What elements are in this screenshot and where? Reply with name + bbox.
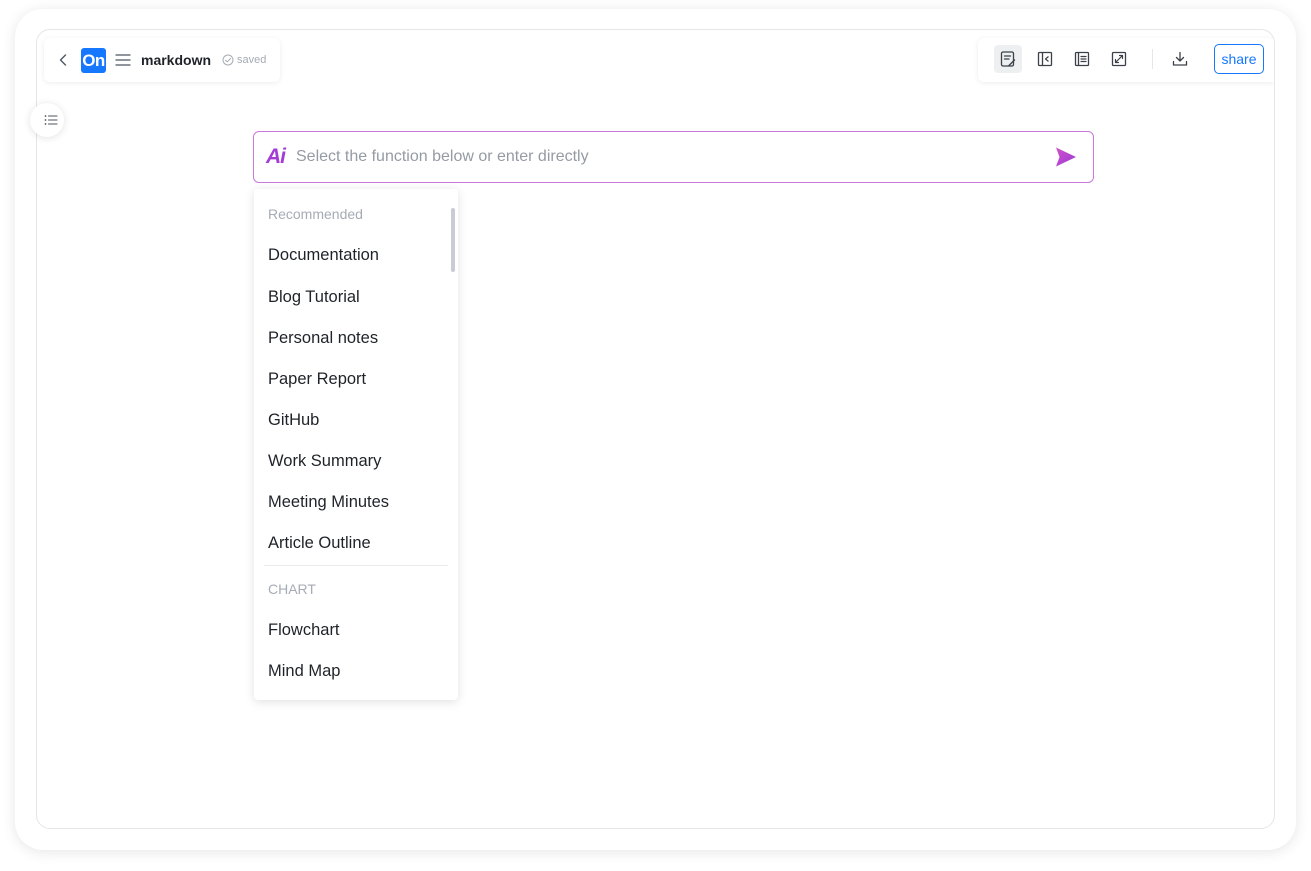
menu-item-meeting-minutes[interactable]: Meeting Minutes [268, 491, 448, 513]
ai-prompt-box: Ai [253, 131, 1094, 183]
fullscreen-icon [1111, 51, 1127, 67]
check-circle-icon [222, 54, 234, 66]
menu-item-work-summary[interactable]: Work Summary [268, 450, 448, 472]
menu-item-article-outline[interactable]: Article Outline [268, 532, 448, 554]
ai-prompt-input[interactable] [296, 144, 1036, 170]
hamburger-menu-icon [115, 54, 131, 66]
list-icon [44, 115, 58, 125]
send-icon [1056, 147, 1076, 167]
menu-button[interactable] [114, 50, 132, 70]
toolbar-divider [1152, 49, 1153, 69]
menu-divider [264, 565, 448, 566]
outline-toggle-button[interactable] [30, 103, 64, 137]
menu-item-blog-tutorial[interactable]: Blog Tutorial [268, 286, 448, 308]
download-icon [1172, 51, 1188, 66]
menu-item-documentation[interactable]: Documentation [268, 244, 448, 266]
ai-logo-icon: Ai [266, 145, 286, 168]
app-logo[interactable]: On [81, 48, 106, 73]
document-title[interactable]: markdown [141, 51, 211, 69]
dropdown-scrollbar[interactable] [451, 208, 455, 272]
split-preview-icon [1037, 51, 1053, 67]
fullscreen-button[interactable] [1105, 45, 1133, 73]
share-button[interactable]: share [1214, 44, 1264, 74]
chevron-left-icon [59, 54, 67, 66]
edit-mode-icon [1000, 51, 1016, 67]
reading-mode-icon [1074, 51, 1090, 67]
menu-item-mind-map[interactable]: Mind Map [268, 660, 448, 682]
back-button[interactable] [56, 50, 70, 70]
menu-item-github[interactable]: GitHub [268, 409, 448, 431]
reading-mode-button[interactable] [1068, 45, 1096, 73]
split-preview-button[interactable] [1031, 45, 1059, 73]
download-button[interactable] [1166, 45, 1194, 73]
section-header-chart: CHART [268, 581, 316, 597]
save-status: saved [222, 52, 266, 68]
function-dropdown: Recommended Documentation Blog Tutorial … [254, 189, 458, 700]
menu-item-flowchart[interactable]: Flowchart [268, 619, 448, 641]
title-bar: On markdown saved [44, 38, 280, 82]
menu-item-personal-notes[interactable]: Personal notes [268, 327, 448, 349]
section-header-recommended: Recommended [268, 206, 363, 222]
save-status-label: saved [237, 54, 267, 66]
toolbar: share [978, 38, 1274, 82]
send-button[interactable] [1053, 144, 1079, 170]
edit-mode-button[interactable] [994, 45, 1022, 73]
menu-item-paper-report[interactable]: Paper Report [268, 368, 448, 390]
